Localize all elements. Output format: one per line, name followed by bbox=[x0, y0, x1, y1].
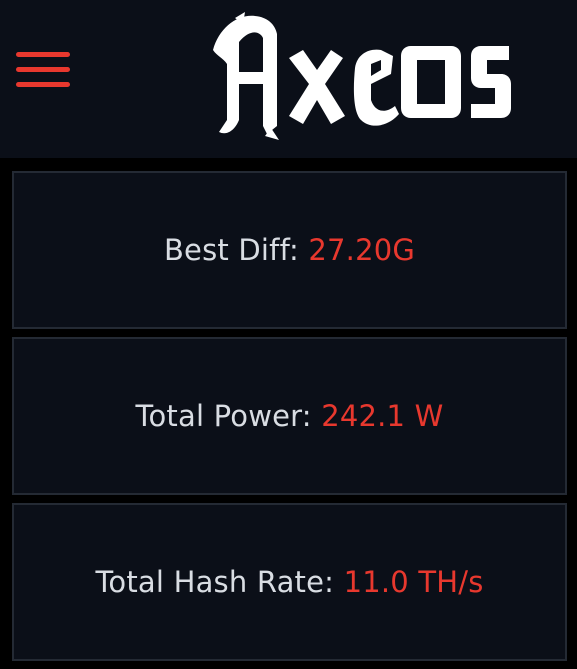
total-hash-rate-label: Total Hash Rate: bbox=[95, 565, 335, 599]
total-hash-rate-stat: Total Hash Rate: 11.0 TH/s bbox=[95, 565, 483, 599]
menu-bar-top bbox=[16, 52, 70, 57]
total-hash-rate-card: Total Hash Rate: 11.0 TH/s bbox=[12, 503, 567, 661]
best-diff-stat: Best Diff: 27.20G bbox=[164, 233, 415, 267]
hamburger-menu-icon[interactable] bbox=[14, 50, 72, 94]
best-diff-label: Best Diff: bbox=[163, 233, 299, 267]
total-hash-rate-value: 11.0 TH/s bbox=[343, 565, 484, 599]
total-power-stat: Total Power: 242.1 W bbox=[135, 399, 443, 433]
total-power-value: 242.1 W bbox=[321, 399, 444, 433]
total-power-label: Total Power: bbox=[135, 399, 312, 433]
best-diff-card: Best Diff: 27.20G bbox=[12, 171, 567, 329]
axeos-logo bbox=[205, 8, 515, 148]
menu-bar-middle bbox=[16, 67, 70, 72]
top-bar bbox=[0, 0, 577, 158]
menu-bar-bottom bbox=[16, 82, 70, 87]
total-power-card: Total Power: 242.1 W bbox=[12, 337, 567, 495]
best-diff-value: 27.20G bbox=[308, 233, 416, 267]
axeos-logo-graphic bbox=[213, 12, 511, 140]
